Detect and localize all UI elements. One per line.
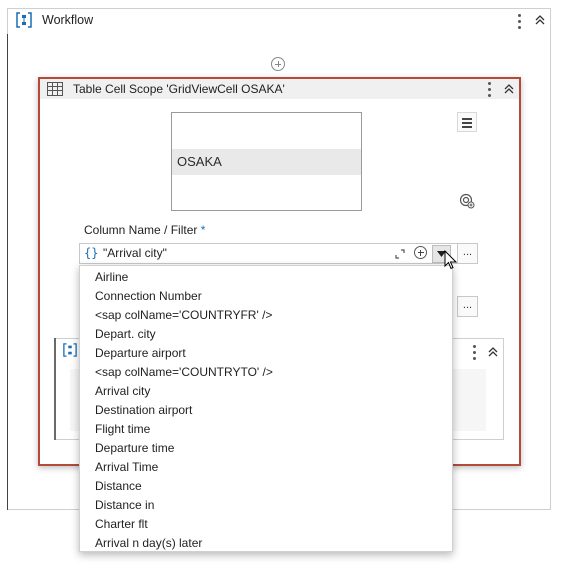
dropdown-option[interactable]: Arrival n day(s) later <box>95 536 202 550</box>
workflow-collapse-icon[interactable] <box>534 14 546 26</box>
dropdown-option[interactable]: Destination airport <box>95 403 192 417</box>
workflow-left-rail <box>7 34 8 510</box>
scope-menu-icon[interactable] <box>487 82 491 97</box>
dropdown-option[interactable]: Connection Number <box>95 289 202 303</box>
dropdown-option[interactable]: Arrival Time <box>95 460 158 474</box>
expand-editor-icon[interactable] <box>395 248 405 259</box>
dropdown-option[interactable]: Charter flt <box>95 517 148 531</box>
inner-collapse-icon[interactable] <box>487 346 499 358</box>
column-filter-value[interactable]: "Arrival city" <box>103 246 167 260</box>
second-field-more-button[interactable]: ... <box>457 296 478 317</box>
dropdown-option[interactable]: Departure time <box>95 441 174 455</box>
column-filter-label: Column Name / Filter * <box>84 223 206 237</box>
hamburger-menu-icon[interactable] <box>457 112 477 132</box>
inner-sequence-rail <box>54 338 56 440</box>
inner-menu-icon[interactable] <box>472 345 476 360</box>
workflow-menu-icon[interactable] <box>517 14 521 29</box>
dropdown-option[interactable]: Departure airport <box>95 346 186 360</box>
dropdown-option[interactable]: Distance in <box>95 498 154 512</box>
target-indicate-icon[interactable] <box>459 193 475 209</box>
column-filter-more-button[interactable]: ... <box>457 243 478 264</box>
scope-collapse-icon[interactable] <box>503 83 515 95</box>
dropdown-option[interactable]: <sap colName='COUNTRYTO' /> <box>95 365 273 379</box>
table-cell-scope-title: Table Cell Scope 'GridViewCell OSAKA' <box>73 82 285 96</box>
add-variable-icon[interactable] <box>414 246 427 259</box>
add-activity-icon[interactable] <box>271 57 285 71</box>
dropdown-option[interactable]: Distance <box>95 479 142 493</box>
dropdown-option[interactable]: <sap colName='COUNTRYFR' /> <box>95 308 272 322</box>
workflow-title: Workflow <box>42 13 94 27</box>
dropdown-option[interactable]: Arrival city <box>95 384 150 398</box>
required-mark: * <box>200 223 206 237</box>
preview-text: OSAKA <box>177 154 222 169</box>
dropdown-option[interactable]: Flight time <box>95 422 150 436</box>
inner-sequence-icon <box>63 343 77 357</box>
dropdown-option[interactable]: Airline <box>95 270 128 284</box>
mouse-cursor-icon <box>444 249 458 270</box>
sequence-icon <box>16 12 32 28</box>
table-icon <box>47 82 63 96</box>
dropdown-option[interactable]: Depart. city <box>95 327 156 341</box>
expression-icon: {} <box>84 246 99 260</box>
